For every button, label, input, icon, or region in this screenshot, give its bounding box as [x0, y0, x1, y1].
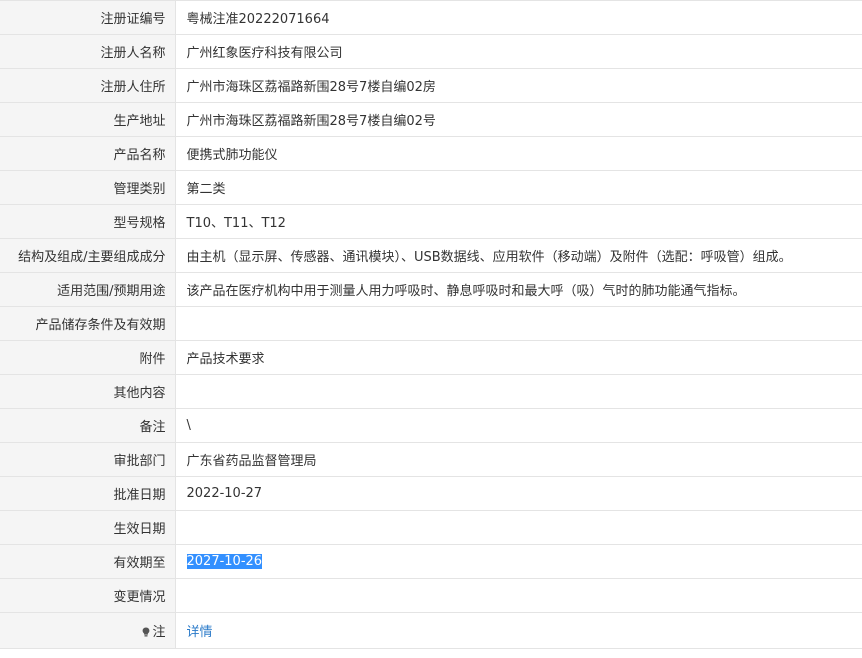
label-note-cell: 注 — [0, 612, 176, 649]
row-management-category: 管理类别 第二类 — [0, 170, 862, 205]
label-approval-date: 批准日期 — [0, 476, 176, 511]
value-structure-composition: 由主机（显示屏、传感器、通讯模块）、USB数据线、应用软件（移动端）及附件（选配… — [175, 238, 862, 273]
label-management-category: 管理类别 — [0, 170, 176, 205]
value-approval-department: 广东省药品监督管理局 — [175, 442, 862, 477]
row-valid-until: 有效期至 2027-10-26 — [0, 544, 862, 579]
lightbulb-icon — [143, 627, 150, 637]
row-storage-conditions: 产品储存条件及有效期 — [0, 306, 862, 341]
value-change-status — [175, 578, 862, 613]
row-production-address: 生产地址 广州市海珠区荔福路新围28号7楼自编02号 — [0, 102, 862, 137]
row-registrant-address: 注册人住所 广州市海珠区荔福路新围28号7楼自编02房 — [0, 68, 862, 103]
label-registrant-address: 注册人住所 — [0, 68, 176, 103]
label-note: 注 — [152, 625, 166, 640]
value-registrant-name: 广州红象医疗科技有限公司 — [175, 34, 862, 69]
registration-detail-table: 注册证编号 粤械注准20222071664 注册人名称 广州红象医疗科技有限公司… — [0, 0, 862, 649]
value-note-cell: 详情 — [175, 612, 862, 649]
value-product-name: 便携式肺功能仪 — [175, 136, 862, 171]
label-effective-date: 生效日期 — [0, 510, 176, 545]
value-registrant-address: 广州市海珠区荔福路新围28号7楼自编02房 — [175, 68, 862, 103]
details-link[interactable]: 详情 — [187, 625, 213, 640]
value-other-content — [175, 374, 862, 409]
label-production-address: 生产地址 — [0, 102, 176, 137]
row-effective-date: 生效日期 — [0, 510, 862, 545]
row-note: 注 详情 — [0, 612, 862, 649]
label-registrant-name: 注册人名称 — [0, 34, 176, 69]
label-remarks: 备注 — [0, 408, 176, 443]
row-attachment: 附件 产品技术要求 — [0, 340, 862, 375]
label-valid-until: 有效期至 — [0, 544, 176, 579]
value-production-address: 广州市海珠区荔福路新围28号7楼自编02号 — [175, 102, 862, 137]
value-intended-use: 该产品在医疗机构中用于测量人用力呼吸时、静息呼吸时和最大呼（吸）气时的肺功能通气… — [175, 272, 862, 307]
value-valid-until[interactable]: 2027-10-26 — [186, 554, 263, 569]
row-change-status: 变更情况 — [0, 578, 862, 613]
label-model-spec: 型号规格 — [0, 204, 176, 239]
value-storage-conditions — [175, 306, 862, 341]
value-management-category: 第二类 — [175, 170, 862, 205]
label-attachment: 附件 — [0, 340, 176, 375]
row-registration-number: 注册证编号 粤械注准20222071664 — [0, 0, 862, 35]
label-registration-number: 注册证编号 — [0, 0, 176, 35]
row-intended-use: 适用范围/预期用途 该产品在医疗机构中用于测量人用力呼吸时、静息呼吸时和最大呼（… — [0, 272, 862, 307]
label-structure-composition: 结构及组成/主要组成成分 — [0, 238, 176, 273]
row-other-content: 其他内容 — [0, 374, 862, 409]
label-storage-conditions: 产品储存条件及有效期 — [0, 306, 176, 341]
label-intended-use: 适用范围/预期用途 — [0, 272, 176, 307]
value-approval-date: 2022-10-27 — [175, 476, 862, 511]
value-effective-date — [175, 510, 862, 545]
value-model-spec: T10、T11、T12 — [175, 204, 862, 239]
row-model-spec: 型号规格 T10、T11、T12 — [0, 204, 862, 239]
label-approval-department: 审批部门 — [0, 442, 176, 477]
row-product-name: 产品名称 便携式肺功能仪 — [0, 136, 862, 171]
row-structure-composition: 结构及组成/主要组成成分 由主机（显示屏、传感器、通讯模块）、USB数据线、应用… — [0, 238, 862, 273]
label-change-status: 变更情况 — [0, 578, 176, 613]
row-registrant-name: 注册人名称 广州红象医疗科技有限公司 — [0, 34, 862, 69]
value-registration-number: 粤械注准20222071664 — [175, 0, 862, 35]
value-attachment: 产品技术要求 — [175, 340, 862, 375]
value-remarks: \ — [175, 408, 862, 443]
row-approval-department: 审批部门 广东省药品监督管理局 — [0, 442, 862, 477]
label-product-name: 产品名称 — [0, 136, 176, 171]
label-other-content: 其他内容 — [0, 374, 176, 409]
row-approval-date: 批准日期 2022-10-27 — [0, 476, 862, 511]
row-remarks: 备注 \ — [0, 408, 862, 443]
value-valid-until-cell: 2027-10-26 — [175, 544, 862, 579]
